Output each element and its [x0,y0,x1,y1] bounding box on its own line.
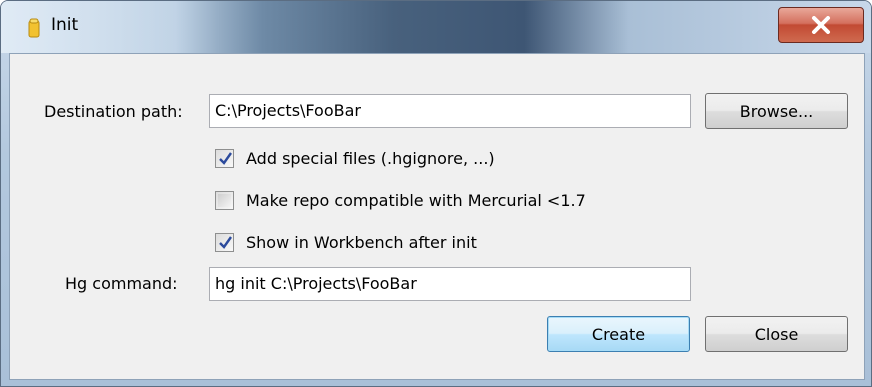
close-icon [812,16,830,34]
init-dialog-window: Init Destination path: C:\Projects\FooBa… [0,0,872,387]
destination-path-label: Destination path: [44,102,183,121]
dialog-body: Destination path: C:\Projects\FooBar Bro… [9,53,865,380]
window-title: Init [51,15,79,35]
create-button[interactable]: Create [547,316,690,352]
show-in-workbench-label: Show in Workbench after init [246,233,477,252]
title-bar[interactable]: Init [1,1,871,53]
hg-command-label: Hg command: [65,274,178,293]
destination-path-input[interactable]: C:\Projects\FooBar [209,94,691,128]
option-compatible-mercurial[interactable]: Make repo compatible with Mercurial <1.7 [215,191,586,210]
browse-button[interactable]: Browse... [705,93,848,129]
compatible-mercurial-checkbox[interactable] [215,191,234,210]
add-special-files-label: Add special files (.hgignore, ...) [246,149,495,168]
tortoisehg-icon [28,18,40,38]
window-close-button[interactable] [778,7,864,43]
option-add-special-files[interactable]: Add special files (.hgignore, ...) [215,149,495,168]
option-show-in-workbench[interactable]: Show in Workbench after init [215,233,477,252]
add-special-files-checkbox[interactable] [215,149,234,168]
checkmark-icon [219,236,232,249]
hg-command-input[interactable]: hg init C:\Projects\FooBar [209,267,691,301]
checkmark-icon [219,152,232,165]
close-button[interactable]: Close [705,316,848,352]
show-in-workbench-checkbox[interactable] [215,233,234,252]
compatible-mercurial-label: Make repo compatible with Mercurial <1.7 [246,191,586,210]
